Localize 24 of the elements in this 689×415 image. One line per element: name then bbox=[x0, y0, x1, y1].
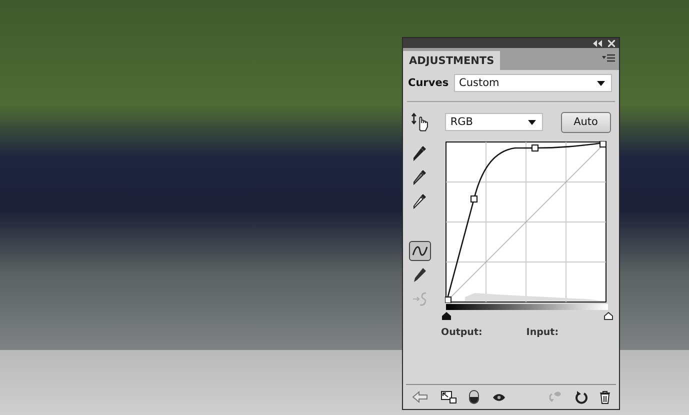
trash-icon[interactable] bbox=[600, 390, 610, 404]
control-point[interactable] bbox=[532, 144, 538, 152]
output-label: Output: bbox=[441, 327, 482, 338]
input-label: Input: bbox=[526, 327, 558, 338]
expand-view-icon[interactable] bbox=[440, 390, 456, 404]
eye-icon[interactable] bbox=[492, 392, 506, 402]
caret-icon bbox=[528, 120, 536, 124]
panel-tab[interactable]: ADJUSTMENTS bbox=[403, 51, 500, 70]
preset-dropdown[interactable]: Custom bbox=[454, 74, 612, 92]
back-arrow-icon[interactable] bbox=[412, 391, 428, 403]
caret-icon bbox=[597, 80, 605, 86]
highlight-point-slider[interactable] bbox=[604, 312, 612, 320]
control-point[interactable] bbox=[470, 196, 478, 202]
hand-pointer-icon[interactable] bbox=[411, 112, 430, 132]
layer-clip-icon[interactable] bbox=[469, 390, 479, 404]
channel-dropdown[interactable]: RGB bbox=[445, 113, 543, 131]
curve-tool-button[interactable] bbox=[409, 241, 431, 261]
reset-icon[interactable] bbox=[574, 390, 588, 404]
menu-icon[interactable] bbox=[602, 54, 615, 62]
close-icon[interactable] bbox=[608, 40, 615, 46]
control-point[interactable] bbox=[600, 141, 606, 148]
auto-button[interactable]: Auto bbox=[560, 112, 611, 132]
adjustment-label: Curves bbox=[408, 77, 448, 89]
shadow-point-slider[interactable] bbox=[442, 312, 450, 320]
